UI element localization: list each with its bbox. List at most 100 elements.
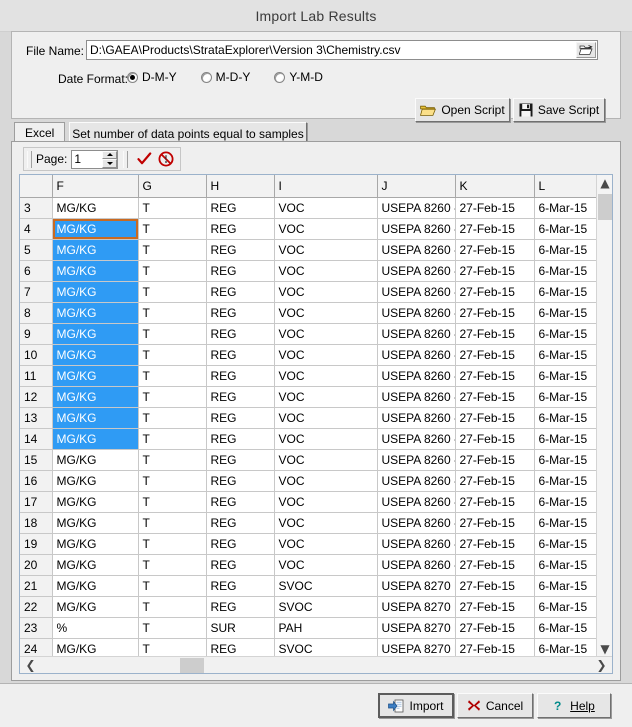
cell-j[interactable]: USEPA 8260 - M xyxy=(377,365,455,386)
cell-h[interactable]: REG xyxy=(206,449,274,470)
cell-g[interactable]: T xyxy=(138,344,206,365)
cell-h[interactable]: REG xyxy=(206,428,274,449)
scroll-down-button[interactable]: ▼ xyxy=(597,641,613,657)
cell-l[interactable]: 6-Mar-15 xyxy=(534,491,597,512)
cell-k[interactable]: 27-Feb-15 xyxy=(455,638,534,657)
open-script-button[interactable]: Open Script xyxy=(415,98,510,122)
cell-l[interactable]: 6-Mar-15 xyxy=(534,218,597,239)
cancel-button[interactable]: Cancel xyxy=(457,693,533,718)
cell-i[interactable]: VOC xyxy=(274,281,377,302)
cell-k[interactable]: 27-Feb-15 xyxy=(455,554,534,575)
cell-i[interactable]: VOC xyxy=(274,260,377,281)
cell-i[interactable]: VOC xyxy=(274,470,377,491)
cell-j[interactable]: USEPA 8260 - M xyxy=(377,533,455,554)
row-header[interactable]: 7 xyxy=(20,281,52,302)
cell-f[interactable]: MG/KG xyxy=(52,575,138,596)
cell-j[interactable]: USEPA 8270 Ph xyxy=(377,596,455,617)
vertical-scrollbar[interactable]: ▲ ▼ xyxy=(596,175,612,657)
cell-g[interactable]: T xyxy=(138,470,206,491)
cell-f[interactable]: MG/KG xyxy=(52,428,138,449)
column-header-f[interactable]: F xyxy=(52,175,138,197)
row-header[interactable]: 15 xyxy=(20,449,52,470)
cell-k[interactable]: 27-Feb-15 xyxy=(455,491,534,512)
cell-g[interactable]: T xyxy=(138,407,206,428)
cell-j[interactable]: USEPA 8260 - M xyxy=(377,323,455,344)
cell-f[interactable]: MG/KG xyxy=(52,218,138,239)
cell-k[interactable]: 27-Feb-15 xyxy=(455,260,534,281)
cell-f[interactable]: MG/KG xyxy=(52,323,138,344)
cell-j[interactable]: USEPA 8260 - M xyxy=(377,554,455,575)
page-input[interactable] xyxy=(72,151,106,167)
cell-h[interactable]: REG xyxy=(206,386,274,407)
cell-g[interactable]: T xyxy=(138,281,206,302)
cell-j[interactable]: USEPA 8260 - M xyxy=(377,260,455,281)
cell-f[interactable]: MG/KG xyxy=(52,638,138,657)
row-header[interactable]: 8 xyxy=(20,302,52,323)
cell-i[interactable]: VOC xyxy=(274,449,377,470)
cell-f[interactable]: MG/KG xyxy=(52,239,138,260)
cell-g[interactable]: T xyxy=(138,449,206,470)
cell-h[interactable]: SUR xyxy=(206,617,274,638)
cell-g[interactable]: T xyxy=(138,596,206,617)
row-header[interactable]: 9 xyxy=(20,323,52,344)
row-header[interactable]: 18 xyxy=(20,512,52,533)
row-header[interactable]: 5 xyxy=(20,239,52,260)
cell-f[interactable]: MG/KG xyxy=(52,386,138,407)
save-script-button[interactable]: Save Script xyxy=(513,98,605,122)
cell-h[interactable]: REG xyxy=(206,554,274,575)
cell-g[interactable]: T xyxy=(138,617,206,638)
cell-i[interactable]: VOC xyxy=(274,512,377,533)
column-header-l[interactable]: L xyxy=(534,175,597,197)
row-header[interactable]: 19 xyxy=(20,533,52,554)
cell-i[interactable]: SVOC xyxy=(274,575,377,596)
cell-i[interactable]: VOC xyxy=(274,344,377,365)
cell-k[interactable]: 27-Feb-15 xyxy=(455,218,534,239)
cell-k[interactable]: 27-Feb-15 xyxy=(455,575,534,596)
cell-j[interactable]: USEPA 8260 - M xyxy=(377,239,455,260)
row-header[interactable]: 23 xyxy=(20,617,52,638)
cell-h[interactable]: REG xyxy=(206,323,274,344)
row-header[interactable]: 13 xyxy=(20,407,52,428)
cell-l[interactable]: 6-Mar-15 xyxy=(534,617,597,638)
page-stepper-down[interactable] xyxy=(102,159,117,168)
cell-f[interactable]: MG/KG xyxy=(52,281,138,302)
cell-l[interactable]: 6-Mar-15 xyxy=(534,449,597,470)
cell-h[interactable]: REG xyxy=(206,491,274,512)
cell-l[interactable]: 6-Mar-15 xyxy=(534,323,597,344)
cell-k[interactable]: 27-Feb-15 xyxy=(455,617,534,638)
cell-i[interactable]: VOC xyxy=(274,323,377,344)
page-stepper-up[interactable] xyxy=(102,151,117,160)
cell-j[interactable]: USEPA 8260 - M xyxy=(377,512,455,533)
cell-g[interactable]: T xyxy=(138,386,206,407)
cell-h[interactable]: REG xyxy=(206,575,274,596)
cell-h[interactable]: REG xyxy=(206,260,274,281)
cell-g[interactable]: T xyxy=(138,218,206,239)
cell-l[interactable]: 6-Mar-15 xyxy=(534,407,597,428)
cell-f[interactable]: MG/KG xyxy=(52,449,138,470)
cell-g[interactable]: T xyxy=(138,533,206,554)
cell-g[interactable]: T xyxy=(138,491,206,512)
cell-i[interactable]: VOC xyxy=(274,428,377,449)
row-header[interactable]: 10 xyxy=(20,344,52,365)
column-header-j[interactable]: J xyxy=(377,175,455,197)
cell-f[interactable]: % xyxy=(52,617,138,638)
cell-l[interactable]: 6-Mar-15 xyxy=(534,470,597,491)
cell-l[interactable]: 6-Mar-15 xyxy=(534,302,597,323)
cell-g[interactable]: T xyxy=(138,260,206,281)
cell-l[interactable]: 6-Mar-15 xyxy=(534,281,597,302)
cell-l[interactable]: 6-Mar-15 xyxy=(534,638,597,657)
row-header[interactable]: 16 xyxy=(20,470,52,491)
cell-k[interactable]: 27-Feb-15 xyxy=(455,407,534,428)
cell-j[interactable]: USEPA 8270 Ph xyxy=(377,638,455,657)
cell-h[interactable]: REG xyxy=(206,596,274,617)
cell-i[interactable]: SVOC xyxy=(274,638,377,657)
column-header-i[interactable]: I xyxy=(274,175,377,197)
cell-i[interactable]: VOC xyxy=(274,491,377,512)
cell-j[interactable]: USEPA 8260 - M xyxy=(377,428,455,449)
cell-l[interactable]: 6-Mar-15 xyxy=(534,428,597,449)
cell-k[interactable]: 27-Feb-15 xyxy=(455,470,534,491)
cell-h[interactable]: REG xyxy=(206,470,274,491)
cell-g[interactable]: T xyxy=(138,512,206,533)
cell-l[interactable]: 6-Mar-15 xyxy=(534,512,597,533)
cell-j[interactable]: USEPA 8260 - M xyxy=(377,470,455,491)
